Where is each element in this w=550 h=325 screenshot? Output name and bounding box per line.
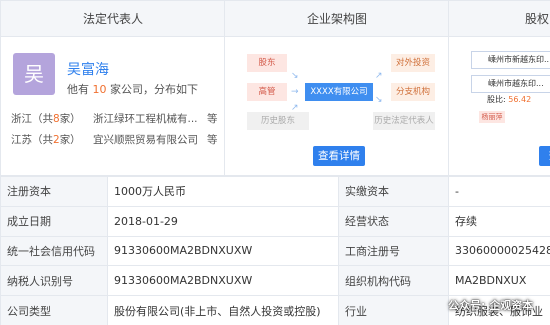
field-value: 91330600MA2BDNXUXW [107, 265, 339, 297]
node-executive: 高管 [247, 83, 287, 101]
node-investment: 对外投资 [391, 54, 435, 72]
node-branch: 分支机构 [391, 83, 435, 101]
region-company-link[interactable]: 浙江绿环工程机械有... [93, 111, 198, 126]
region-etc: 等 [207, 134, 218, 146]
equity-node-top: 嵊州市新越东印... [471, 51, 550, 69]
field-value: - [448, 176, 550, 207]
arrow-icon: ↗ [375, 71, 383, 81]
field-value: 91330600MA2BDNXUXW [107, 235, 339, 267]
field-label: 纳税人识别号 [0, 265, 108, 297]
table-row: 注册资本 1000万人民币 实缴资本 - [0, 176, 550, 207]
region-unit: 家） [59, 134, 81, 146]
region-company-link[interactable]: 宜兴顺熙贸易有限公司 [93, 132, 198, 147]
company-overview-cards: 法定代表人 吴 吴富海 他有 10 家公司，分布如下 浙江（共8家） 浙江绿环工… [0, 0, 550, 176]
region-label: 浙江（共 [11, 113, 53, 125]
field-value: 1000万人民币 [107, 176, 339, 207]
node-history-rep: 历史法定代表人 [373, 112, 435, 130]
field-value: 股份有限公司(非上市、自然人投资或控股) [107, 295, 339, 325]
node-history-shareholder: 历史股东 [247, 112, 309, 130]
equity-node-mid: 嵊州市越东印... [471, 75, 550, 93]
region-count: 8 [53, 113, 60, 125]
field-label: 行业 [338, 295, 449, 325]
company-count: 10 [92, 83, 107, 96]
field-label: 成立日期 [0, 205, 108, 237]
field-label: 经营状态 [338, 205, 449, 237]
region-row-zhejiang[interactable]: 浙江（共8家） 浙江绿环工程机械有... 等 [11, 111, 219, 126]
legal-rep-header: 法定代表人 [1, 1, 225, 37]
equity-view-button[interactable]: 查 [539, 146, 550, 166]
summary-suffix: 家公司，分布如下 [106, 83, 198, 96]
table-row: 统一社会信用代码 91330600MA2BDNXUXW 工商注册号 330600… [0, 235, 550, 267]
field-value: 2018-01-29 [107, 205, 339, 237]
region-unit: 家） [59, 113, 81, 125]
summary-prefix: 他有 [67, 83, 93, 96]
equity-card: 股权 嵊州市新越东印... 嵊州市越东印... 股比: 56.42 杨丽萍 查 [448, 0, 550, 176]
arrow-icon: ↘ [291, 71, 299, 81]
field-value: MA2BDNXUX [448, 265, 550, 297]
avatar: 吴 [13, 53, 55, 95]
arrow-icon: ↗ [291, 103, 299, 113]
node-center-company: XXXX有限公司 [305, 83, 373, 101]
field-label: 组织机构代码 [338, 265, 449, 297]
equity-person-tag: 杨丽萍 [479, 111, 505, 123]
watermark: 公众号: 企观资本 [448, 299, 534, 312]
equity-ratio-label: 股比: [487, 95, 509, 104]
legal-rep-card: 法定代表人 吴 吴富海 他有 10 家公司，分布如下 浙江（共8家） 浙江绿环工… [0, 0, 226, 176]
legal-rep-name-link[interactable]: 吴富海 [67, 59, 109, 79]
legal-rep-summary: 他有 10 家公司，分布如下 [67, 81, 198, 97]
arrow-icon: → [291, 87, 299, 97]
region-label: 江苏（共 [11, 134, 53, 146]
field-label: 注册资本 [0, 176, 108, 207]
region-etc: 等 [207, 113, 218, 125]
table-row: 纳税人识别号 91330600MA2BDNXUXW 组织机构代码 MA2BDNX… [0, 265, 550, 297]
node-shareholder: 股东 [247, 54, 287, 72]
structure-card: 企业架构图 股东 高管 历史股东 ↘ → ↗ XXXX有限公司 ↗ ↘ 对外投资… [224, 0, 450, 176]
region-count: 2 [53, 134, 60, 146]
field-value: 存续 [448, 205, 550, 237]
field-label: 实缴资本 [338, 176, 449, 207]
field-value: 330600000254287 [448, 235, 550, 267]
view-details-button[interactable]: 查看详情 [313, 146, 365, 166]
equity-ratio: 股比: 56.42 [487, 94, 531, 105]
field-label: 工商注册号 [338, 235, 449, 267]
structure-header: 企业架构图 [225, 1, 449, 37]
equity-header: 股权 [449, 1, 550, 37]
arrow-icon: ↘ [375, 95, 383, 105]
region-row-jiangsu[interactable]: 江苏（共2家） 宜兴顺熙贸易有限公司 等 [11, 132, 219, 147]
table-row: 成立日期 2018-01-29 经营状态 存续 [0, 205, 550, 237]
equity-ratio-value: 56.42 [508, 95, 532, 104]
field-label: 公司类型 [0, 295, 108, 325]
field-label: 统一社会信用代码 [0, 235, 108, 267]
